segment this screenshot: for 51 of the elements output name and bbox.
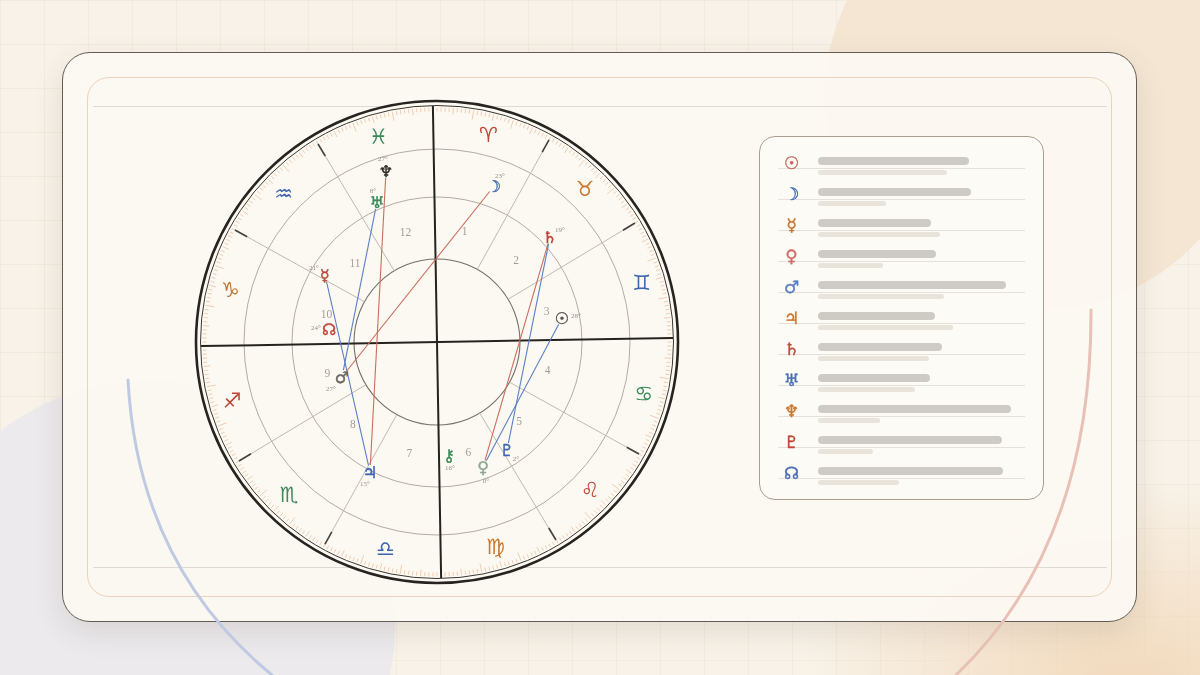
zodiac-sign-symbol: ♐ <box>222 388 242 413</box>
zodiac-sign-symbol: ♏ <box>279 482 298 507</box>
text-placeholder-bar <box>817 262 883 268</box>
zodiac-sign-symbol: ♓ <box>368 124 388 149</box>
planet-symbol: ♇ <box>783 433 800 451</box>
planet-symbol: ♆ <box>783 402 800 420</box>
planet-symbol: ♂ <box>334 367 349 386</box>
planet-symbol: ♇ <box>499 440 514 459</box>
zodiac-sign-symbol: ♉ <box>575 176 594 201</box>
zodiac-sign-symbol: ♊ <box>631 270 651 295</box>
house-number: 10 <box>320 307 332 320</box>
planet-symbol: ☊ <box>783 464 800 482</box>
planet-symbol: ♄ <box>783 340 800 358</box>
planet-symbol: ♀ <box>785 247 798 265</box>
planet-symbol: ♃ <box>783 309 800 327</box>
planet-symbol: ☉ <box>554 308 569 327</box>
planet-symbol: ♅ <box>369 192 384 211</box>
house-number: 4 <box>544 363 550 376</box>
text-placeholder-bar <box>817 200 886 206</box>
planet-symbol: ☿ <box>786 216 797 234</box>
house-number: 8 <box>349 417 356 430</box>
planet-symbol: ☿ <box>319 265 330 284</box>
house-number: 1 <box>461 224 467 237</box>
text-placeholder-bar <box>817 448 873 454</box>
planet-symbol: ♅ <box>783 371 800 389</box>
zodiac-sign-symbol: ♌ <box>580 477 600 502</box>
planet-symbol: ⚷ <box>442 445 455 464</box>
zodiac-sign-symbol: ♍ <box>485 534 505 559</box>
zodiac-sign-symbol: ♋ <box>633 381 653 406</box>
house-number: 11 <box>348 256 361 269</box>
house-number: 6 <box>465 445 471 458</box>
house-number: 7 <box>406 446 412 459</box>
zodiac-sign-symbol: ♒ <box>273 181 293 206</box>
house-number: 2 <box>512 253 519 266</box>
planet-symbol: ♂ <box>783 278 800 296</box>
planet-symbol: ☽ <box>783 185 800 203</box>
zodiac-sign-symbol: ♑ <box>220 277 240 302</box>
planet-symbol: ♀ <box>476 457 489 476</box>
house-number: 9 <box>324 366 330 379</box>
planet-symbol: ♃ <box>362 462 377 481</box>
text-placeholder-bar <box>817 417 880 423</box>
zodiac-sign-symbol: ♎ <box>375 536 395 561</box>
planet-symbol: ☉ <box>783 154 800 172</box>
house-number: 3 <box>543 304 549 317</box>
planet-symbol: ☽ <box>486 176 501 195</box>
planet-symbol: ☊ <box>321 319 336 338</box>
zodiac-sign-symbol: ♈ <box>478 122 498 147</box>
house-number: 12 <box>399 225 411 238</box>
planet-symbol: ♄ <box>542 227 557 246</box>
planet-symbol: ♆ <box>378 161 393 180</box>
house-number: 5 <box>515 414 522 427</box>
